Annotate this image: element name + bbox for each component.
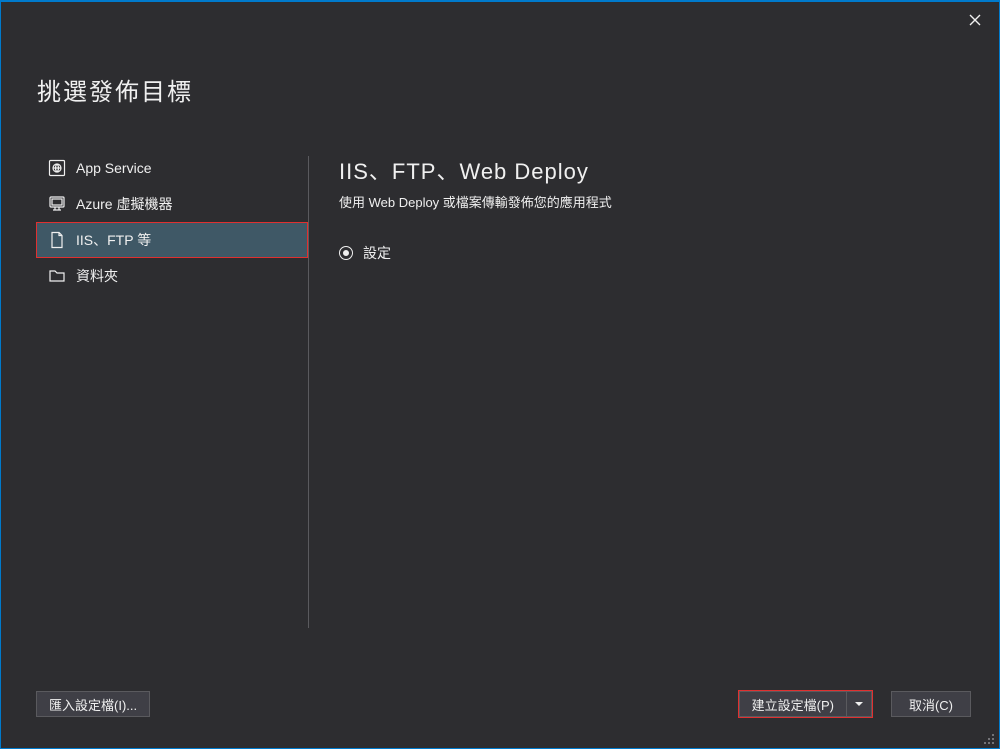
sidebar-item-azure-vm[interactable]: Azure 虛擬機器	[36, 186, 308, 222]
sidebar-item-label: IIS、FTP 等	[76, 230, 151, 250]
footer: 匯入設定檔(I)... 建立設定檔(P) 取消(C)	[36, 690, 971, 718]
resize-grip[interactable]	[983, 732, 995, 744]
import-profile-button[interactable]: 匯入設定檔(I)...	[36, 691, 150, 717]
sidebar-item-label: App Service	[76, 160, 151, 176]
folder-icon	[48, 267, 66, 285]
radio-icon	[339, 246, 353, 260]
create-profile-dropdown-button[interactable]	[847, 691, 872, 717]
detail-subtitle: 使用 Web Deploy 或檔案傳輸發佈您的應用程式	[339, 192, 969, 211]
radio-option-configure[interactable]: 設定	[339, 243, 969, 263]
azure-vm-icon	[48, 195, 66, 213]
detail-title: IIS、FTP、Web Deploy	[339, 154, 969, 186]
document-icon	[48, 231, 66, 249]
resize-grip-icon	[983, 733, 995, 745]
detail-panel: IIS、FTP、Web Deploy 使用 Web Deploy 或檔案傳輸發佈…	[309, 150, 969, 628]
chevron-down-icon	[855, 700, 863, 708]
close-icon	[969, 14, 981, 26]
create-profile-split-button: 建立設定檔(P)	[738, 690, 873, 718]
sidebar-item-label: 資料夾	[76, 266, 118, 286]
close-button[interactable]	[961, 8, 989, 32]
sidebar-item-iis-ftp[interactable]: IIS、FTP 等	[36, 222, 308, 258]
content-area: App Service Azure 虛擬機器 IIS、FTP 等 資料夾 IIS…	[36, 150, 969, 628]
sidebar: App Service Azure 虛擬機器 IIS、FTP 等 資料夾	[36, 150, 308, 628]
sidebar-item-label: Azure 虛擬機器	[76, 194, 172, 214]
create-profile-button[interactable]: 建立設定檔(P)	[739, 691, 847, 717]
sidebar-item-folder[interactable]: 資料夾	[36, 258, 308, 294]
cancel-button[interactable]: 取消(C)	[891, 691, 971, 717]
page-title: 挑選發佈目標	[37, 72, 193, 107]
sidebar-item-app-service[interactable]: App Service	[36, 150, 308, 186]
radio-label: 設定	[363, 243, 391, 263]
app-service-icon	[48, 159, 66, 177]
